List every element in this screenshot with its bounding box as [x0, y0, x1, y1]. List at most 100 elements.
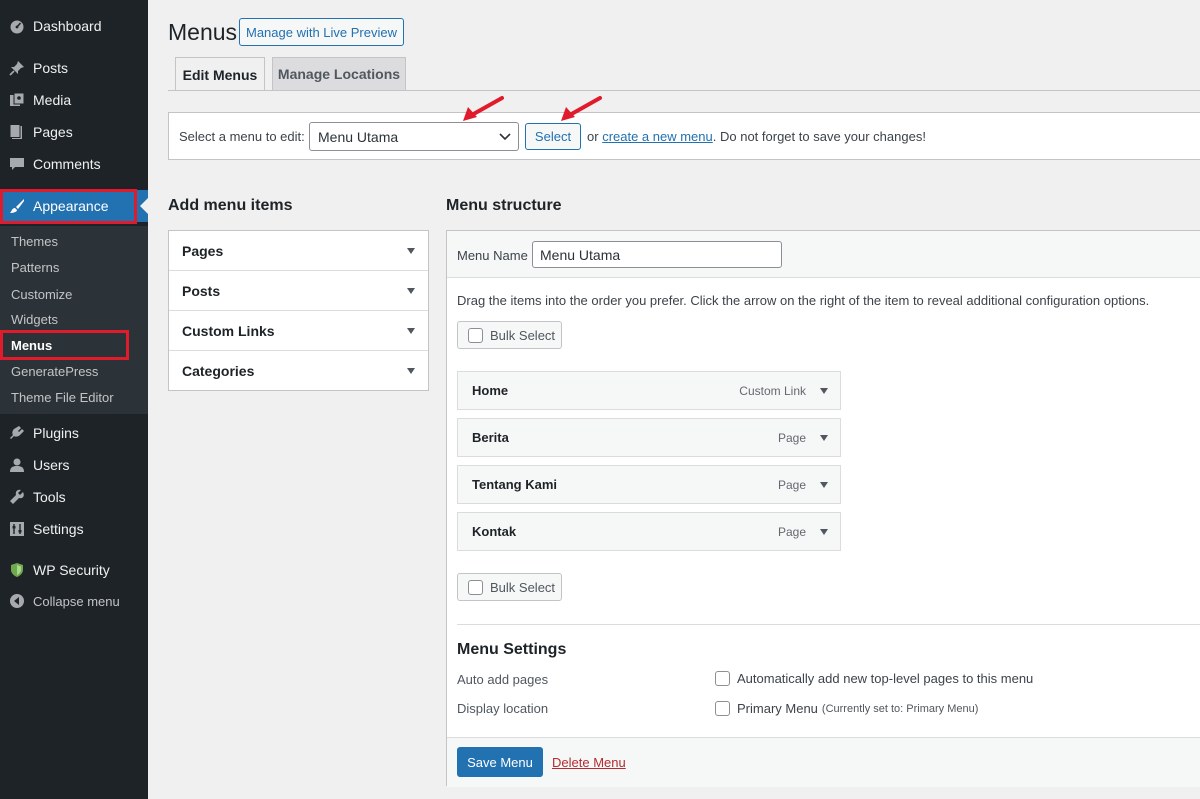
auto-add-option-label: Automatically add new top-level pages to… [737, 671, 1034, 686]
nav-pages-label: Pages [33, 124, 73, 140]
primary-menu-option[interactable]: Primary Menu (Currently set to: Primary M… [715, 701, 978, 716]
brush-icon [9, 198, 25, 214]
menu-dropdown[interactable]: Menu Utama [309, 122, 519, 151]
user-icon [9, 457, 25, 473]
submenu-generatepress[interactable]: GeneratePress [11, 364, 98, 379]
nav-plugins[interactable]: Plugins [0, 418, 148, 448]
display-location-label: Display location [457, 701, 549, 716]
save-menu-button[interactable]: Save Menu [457, 747, 543, 777]
live-preview-button[interactable]: Manage with Live Preview [239, 18, 404, 46]
create-menu-link[interactable]: create a new menu [602, 129, 713, 144]
nav-dashboard-label: Dashboard [33, 18, 102, 34]
triangle-down-icon [407, 288, 415, 294]
bulk-select-top[interactable]: Bulk Select [457, 321, 562, 349]
primary-menu-label: Primary Menu [737, 701, 818, 716]
select-menu-label: Select a menu to edit: [179, 128, 305, 144]
nav-tools[interactable]: Tools [0, 482, 148, 512]
auto-add-checkbox[interactable] [715, 671, 730, 686]
nav-settings-label: Settings [33, 521, 84, 537]
select-note: or create a new menu. Do not forget to s… [587, 129, 926, 144]
select-note-text: . Do not forget to save your changes! [712, 129, 926, 144]
collapse-menu[interactable]: Collapse menu [0, 586, 148, 616]
nav-wp-security[interactable]: WP Security [0, 555, 148, 585]
menu-item-title: Berita [472, 430, 509, 445]
main-content: Menus Manage with Live Preview Edit Menu… [148, 0, 1200, 799]
pages-icon [9, 124, 25, 140]
accordion-posts[interactable]: Posts [169, 271, 428, 311]
red-arrow-icon [561, 96, 602, 121]
tab-manage-locations[interactable]: Manage Locations [272, 57, 406, 90]
accordion-categories-label: Categories [182, 363, 255, 379]
nav-appearance[interactable]: Appearance [0, 190, 148, 222]
add-menu-items-title: Add menu items [168, 197, 293, 214]
bulk-select-checkbox[interactable] [468, 579, 483, 595]
delete-menu-link[interactable]: Delete Menu [552, 755, 626, 770]
menu-item-kontak[interactable]: Kontak Page [457, 512, 841, 551]
admin-sidebar: Dashboard Posts Media Pages Comments App… [0, 0, 148, 799]
chevron-down-icon [499, 133, 511, 141]
triangle-down-icon[interactable] [820, 529, 828, 535]
bulk-select-checkbox[interactable] [468, 327, 483, 343]
triangle-down-icon[interactable] [820, 435, 828, 441]
triangle-down-icon [407, 248, 415, 254]
wrench-icon [9, 489, 25, 505]
settings-icon [9, 521, 25, 537]
appearance-submenu: Themes Patterns Customize Widgets Menus … [0, 226, 148, 414]
settings-divider [457, 624, 1200, 625]
menu-item-tentang-kami[interactable]: Tentang Kami Page [457, 465, 841, 504]
menu-name-row: Menu Name Menu Utama [447, 231, 1200, 278]
plugin-icon [9, 425, 25, 441]
nav-users[interactable]: Users [0, 450, 148, 480]
submenu-customize[interactable]: Customize [11, 287, 72, 302]
nav-users-label: Users [33, 457, 70, 473]
collapse-icon [9, 593, 25, 609]
nav-posts[interactable]: Posts [0, 53, 148, 83]
accordion-custom-links-label: Custom Links [182, 322, 275, 339]
submenu-theme-file-editor[interactable]: Theme File Editor [11, 390, 114, 405]
nav-comments[interactable]: Comments [0, 149, 148, 179]
nav-settings[interactable]: Settings [0, 514, 148, 544]
accordion-categories[interactable]: Categories [169, 351, 428, 391]
nav-tools-label: Tools [33, 489, 66, 505]
nav-media[interactable]: Media [0, 85, 148, 115]
menu-item-type: Custom Link [739, 384, 806, 398]
add-menu-items-panel: Pages Posts Custom Links Categories [168, 230, 429, 391]
select-note-or: or [587, 129, 599, 144]
menu-item-home[interactable]: Home Custom Link [457, 371, 841, 410]
submenu-themes[interactable]: Themes [11, 234, 58, 249]
menu-name-input[interactable]: Menu Utama [532, 241, 782, 268]
submenu-widgets[interactable]: Widgets [11, 312, 58, 327]
triangle-down-icon[interactable] [820, 482, 828, 488]
tab-edit-menus[interactable]: Edit Menus [175, 57, 265, 91]
triangle-down-icon [407, 328, 415, 334]
primary-menu-checkbox[interactable] [715, 701, 730, 716]
comment-icon [9, 156, 25, 172]
nav-dashboard[interactable]: Dashboard [0, 11, 148, 41]
red-arrow-icon [463, 96, 504, 121]
menu-structure-panel: Menu Name Menu Utama Drag the items into… [446, 230, 1200, 787]
nav-pages[interactable]: Pages [0, 117, 148, 147]
accordion-custom-links[interactable]: Custom Links [169, 311, 428, 351]
auto-add-option[interactable]: Automatically add new top-level pages to… [715, 671, 1033, 686]
tab-divider [168, 90, 1200, 91]
auto-add-label: Auto add pages [457, 672, 549, 687]
nav-media-label: Media [33, 92, 72, 108]
bulk-select-label: Bulk Select [490, 327, 556, 343]
select-button[interactable]: Select [525, 123, 581, 150]
pin-icon [9, 60, 25, 76]
nav-plugins-label: Plugins [33, 425, 79, 441]
accordion-pages[interactable]: Pages [169, 231, 428, 271]
menu-name-label: Menu Name [457, 248, 528, 263]
nav-wp-security-label: WP Security [33, 562, 110, 578]
shield-icon [9, 562, 25, 578]
triangle-down-icon [407, 368, 415, 374]
menu-structure-title: Menu structure [446, 197, 562, 214]
submenu-patterns[interactable]: Patterns [11, 260, 59, 275]
triangle-down-icon[interactable] [820, 388, 828, 394]
menu-item-berita[interactable]: Berita Page [457, 418, 841, 457]
bulk-select-label: Bulk Select [490, 579, 556, 595]
menu-settings-title: Menu Settings [457, 641, 567, 658]
submenu-menus[interactable]: Menus [11, 338, 52, 353]
dashboard-icon [9, 18, 25, 34]
bulk-select-bottom[interactable]: Bulk Select [457, 573, 562, 601]
